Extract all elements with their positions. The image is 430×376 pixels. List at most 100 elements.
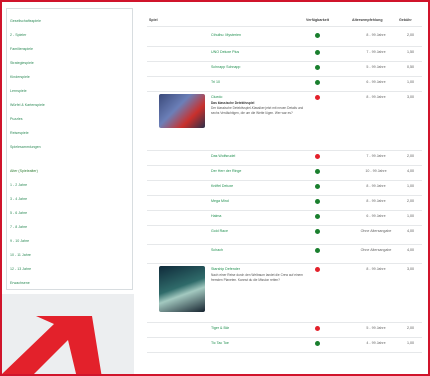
age-recommendation: 6 - 99 Jahre (366, 214, 386, 218)
game-description-text: Der klassische Detektivspiel-Klassiker j… (211, 106, 304, 115)
game-title-link[interactable]: Gold Race (211, 229, 228, 233)
available-status-dot (315, 229, 320, 234)
game-title-link[interactable]: Schach (211, 248, 223, 252)
age-filter-item-8[interactable]: Erwachsene (10, 281, 30, 285)
age-recommendation: 6 - 99 Jahre (366, 80, 386, 84)
rental-fee: 0,50 (407, 65, 414, 69)
rental-fee: 2,00 (407, 199, 414, 203)
table-row[interactable]: Halma 6 - 99 Jahre 1,00 (147, 211, 422, 225)
game-title-link[interactable]: Der Herr der Ringe (211, 169, 241, 173)
age-recommendation: 10 - 99 Jahre (365, 169, 387, 173)
game-title-link[interactable]: Das Wolfsrudel (211, 154, 235, 158)
age-filter-item-7[interactable]: 12 - 13 Jahre (10, 267, 31, 271)
available-status-dot (315, 214, 320, 219)
rental-fee: 1,00 (407, 80, 414, 84)
game-title-link[interactable]: Tic Tac Toe (211, 341, 229, 345)
unavailable-status-dot (315, 95, 320, 100)
game-title-link[interactable]: Tiger & Bär (211, 326, 229, 330)
game-title-link[interactable]: Schnapp Schnapp (211, 65, 240, 69)
table-row[interactable]: Tic Tac Toe 4 - 99 Jahre 1,00 (147, 338, 422, 352)
screenshot-frame: Gesellschaftsspiele 2 - Spieler Familien… (0, 0, 430, 376)
age-recommendation: 8 - 99 Jahre (366, 199, 386, 203)
sidebar-item-7[interactable]: Würfel & Kartenspiele (10, 103, 45, 107)
age-recommendation: 5 - 99 Jahre (366, 326, 386, 330)
game-description: Das klassische Detektivspiel Der klassisc… (211, 101, 306, 116)
age-filter-item-5[interactable]: 9 - 10 Jahre (10, 239, 29, 243)
game-title-link[interactable]: Starship Defender (211, 267, 240, 271)
rental-fee: 2,00 (407, 154, 414, 158)
age-filter-item-4[interactable]: 7 - 8 Jahre (10, 225, 27, 229)
game-title-link[interactable]: Cthulhu: Mysterien (211, 33, 241, 37)
rental-fee: 4,00 (407, 248, 414, 252)
table-row[interactable]: Cluedo Das klassische Detektivspiel Der kl… (147, 92, 422, 150)
game-title-link[interactable]: Cluedo (211, 95, 222, 99)
sidebar-item-10[interactable]: Spielesammlungen (10, 145, 41, 149)
rental-fee: 1,00 (407, 184, 414, 188)
game-title-link[interactable]: Tri 10 (211, 80, 220, 84)
age-recommendation: 7 - 99 Jahre (366, 50, 386, 54)
column-header-availability[interactable]: Verfügbarkeit (306, 18, 329, 22)
age-filter-heading: Alter (Spielealter) (10, 169, 38, 173)
available-status-dot (315, 169, 320, 174)
table-row[interactable]: Der Herr der Ringe 10 - 99 Jahre 4,00 (147, 166, 422, 180)
age-recommendation: 8 - 99 Jahre (366, 184, 386, 188)
game-subtitle: Das klassische Detektivspiel (211, 101, 255, 105)
rental-fee: 3,00 (407, 95, 414, 99)
unavailable-status-dot (315, 326, 320, 331)
unavailable-status-dot (315, 267, 320, 272)
game-thumbnail[interactable] (159, 266, 205, 312)
available-status-dot (315, 184, 320, 189)
table-row[interactable]: Mega Mind 8 - 99 Jahre 2,00 (147, 196, 422, 210)
table-row[interactable]: UNO Deluxe Plus 7 - 99 Jahre 1,50 (147, 47, 422, 61)
age-recommendation: 4 - 99 Jahre (366, 341, 386, 345)
available-status-dot (315, 50, 320, 55)
sidebar-item-4[interactable]: Strategiespiele (10, 61, 34, 65)
age-recommendation: 5 - 99 Jahre (366, 65, 386, 69)
table-row[interactable]: Schach Ohne Altersangabe 4,00 (147, 245, 422, 263)
game-title-link[interactable]: Kniffel Deluxe (211, 184, 233, 188)
table-row[interactable]: Schnapp Schnapp 5 - 99 Jahre 0,50 (147, 62, 422, 76)
available-status-dot (315, 248, 320, 253)
age-recommendation: 8 - 99 Jahre (366, 33, 386, 37)
age-recommendation: 8 - 99 Jahre (366, 95, 386, 99)
rental-fee: 1,00 (407, 341, 414, 345)
age-filter-item-1[interactable]: 1 - 2 Jahre (10, 183, 27, 187)
column-header-price[interactable]: Gebühr (399, 18, 412, 22)
table-row[interactable]: Tiger & Bär 5 - 99 Jahre 2,00 (147, 323, 422, 337)
rental-fee: 2,00 (407, 33, 414, 37)
rental-fee: 4,00 (407, 169, 414, 173)
available-status-dot (315, 199, 320, 204)
game-thumbnail[interactable] (159, 94, 205, 128)
sidebar-item-1[interactable]: Gesellschaftsspiele (10, 19, 41, 23)
table-row[interactable]: Das Wolfsrudel 7 - 99 Jahre 2,00 (147, 151, 422, 165)
age-recommendation: 7 - 99 Jahre (366, 154, 386, 158)
sidebar-item-2[interactable]: 2 - Spieler (10, 33, 26, 37)
table-row[interactable]: Starship Defender Nach einer Reise durch … (147, 264, 422, 322)
age-filter-item-3[interactable]: 5 - 6 Jahre (10, 211, 27, 215)
sidebar-bottom-area (2, 294, 134, 374)
game-title-link[interactable]: UNO Deluxe Plus (211, 50, 239, 54)
sidebar-item-3[interactable]: Familienspiele (10, 47, 33, 51)
game-table: Spiel Verfügbarkeit Altersempfehlung Geb… (147, 8, 422, 374)
rental-fee: 1,50 (407, 50, 414, 54)
game-title-link[interactable]: Halma (211, 214, 221, 218)
header-divider (147, 26, 422, 27)
age-filter-item-2[interactable]: 3 - 4 Jahre (10, 197, 27, 201)
available-status-dot (315, 80, 320, 85)
table-row[interactable]: Kniffel Deluxe 8 - 99 Jahre 1,00 (147, 181, 422, 195)
column-header-game[interactable]: Spiel (149, 18, 158, 22)
table-row[interactable]: Tri 10 6 - 99 Jahre 1,00 (147, 77, 422, 91)
sidebar-item-6[interactable]: Lernspiele (10, 89, 27, 93)
table-row[interactable]: Cthulhu: Mysterien 8 - 99 Jahre 2,00 (147, 30, 422, 46)
age-filter-item-6[interactable]: 10 - 11 Jahre (10, 253, 31, 257)
column-header-age[interactable]: Altersempfehlung (352, 18, 383, 22)
available-status-dot (315, 341, 320, 346)
sidebar-item-5[interactable]: Kinderspiele (10, 75, 30, 79)
sidebar-item-9[interactable]: Reisespiele (10, 131, 29, 135)
rental-fee: 4,00 (407, 229, 414, 233)
sidebar-item-8[interactable]: Puzzles (10, 117, 23, 121)
unavailable-status-dot (315, 154, 320, 159)
game-title-link[interactable]: Mega Mind (211, 199, 229, 203)
table-row[interactable]: Gold Race Ohne Altersangabe 4,00 (147, 226, 422, 244)
game-description-text: Nach einer Reise durch den Weltraum land… (211, 273, 303, 282)
